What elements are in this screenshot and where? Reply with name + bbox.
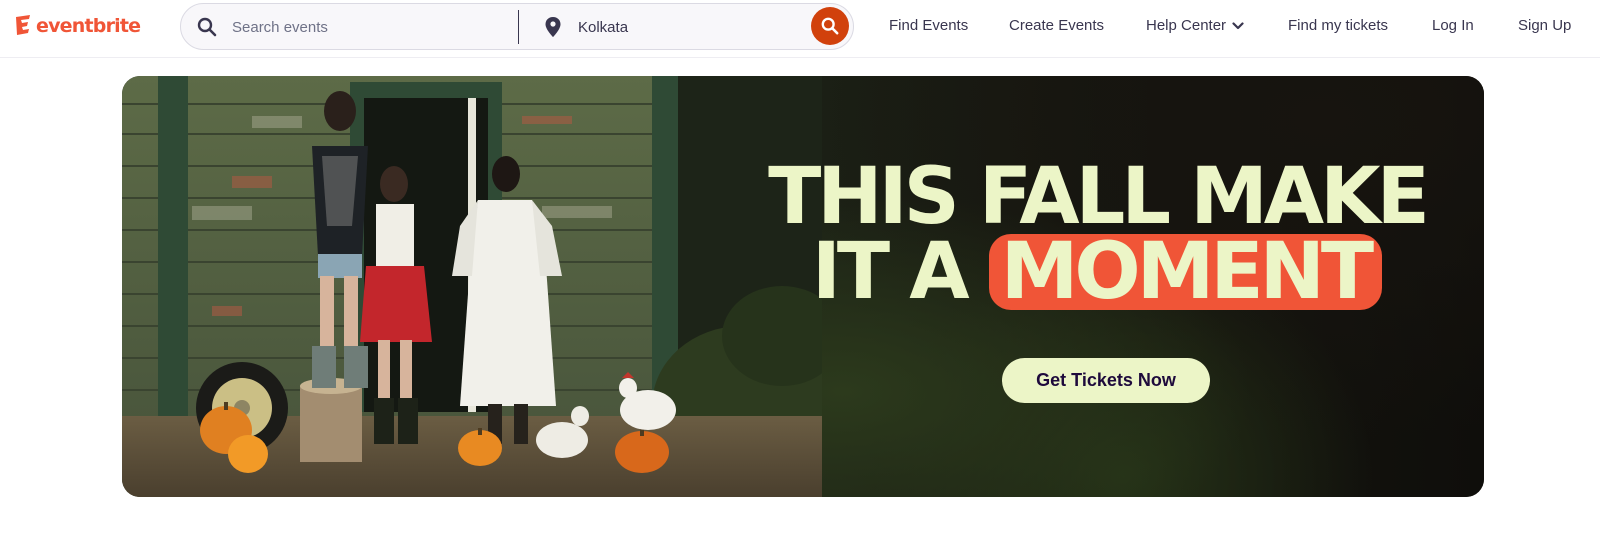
nav-sign-up[interactable]: Sign Up bbox=[1518, 17, 1571, 34]
nav-help-center-label: Help Center bbox=[1146, 17, 1227, 34]
search-icon bbox=[197, 17, 217, 37]
map-pin-icon bbox=[545, 17, 561, 37]
top-navigation-bar: eventbrite Find Events bbox=[0, 0, 1600, 58]
nav-log-in[interactable]: Log In bbox=[1432, 17, 1474, 34]
nav-create-events[interactable]: Create Events bbox=[1009, 17, 1104, 34]
headline-line-1: THIS FALL MAKE bbox=[768, 152, 1430, 242]
hero-photo bbox=[122, 76, 822, 497]
headline-line-2: IT A MOMENT bbox=[732, 233, 1462, 311]
search-bar bbox=[180, 3, 854, 50]
nav-sign-up-label: Sign Up bbox=[1518, 17, 1572, 34]
search-divider bbox=[518, 10, 519, 44]
headline-highlight: MOMENT bbox=[988, 233, 1383, 311]
nav-create-events-label: Create Events bbox=[1009, 17, 1105, 34]
search-icon bbox=[821, 17, 839, 35]
eventbrite-logo[interactable]: eventbrite bbox=[14, 14, 141, 38]
nav-find-events-label: Find Events bbox=[889, 17, 969, 34]
nav-find-my-tickets[interactable]: Find my tickets bbox=[1288, 17, 1388, 34]
nav-log-in-label: Log In bbox=[1432, 17, 1474, 34]
chevron-down-icon bbox=[1232, 21, 1244, 29]
nav-help-center[interactable]: Help Center bbox=[1146, 17, 1244, 34]
hero-headline: THIS FALL MAKE IT A MOMENT bbox=[732, 152, 1462, 311]
nav-find-events[interactable]: Find Events bbox=[889, 17, 968, 34]
headline-line-2-prefix: IT A bbox=[811, 227, 970, 317]
nav-find-my-tickets-label: Find my tickets bbox=[1288, 17, 1389, 34]
location-input[interactable] bbox=[578, 16, 778, 38]
eventbrite-logo-icon bbox=[16, 15, 30, 35]
search-events-input[interactable] bbox=[232, 16, 532, 38]
get-tickets-now-button[interactable]: Get Tickets Now bbox=[1002, 358, 1210, 403]
hero-banner[interactable]: THIS FALL MAKE IT A MOMENT Get Tickets N… bbox=[122, 76, 1484, 497]
logo-text: eventbrite bbox=[36, 15, 141, 37]
search-submit-button[interactable] bbox=[811, 7, 849, 45]
